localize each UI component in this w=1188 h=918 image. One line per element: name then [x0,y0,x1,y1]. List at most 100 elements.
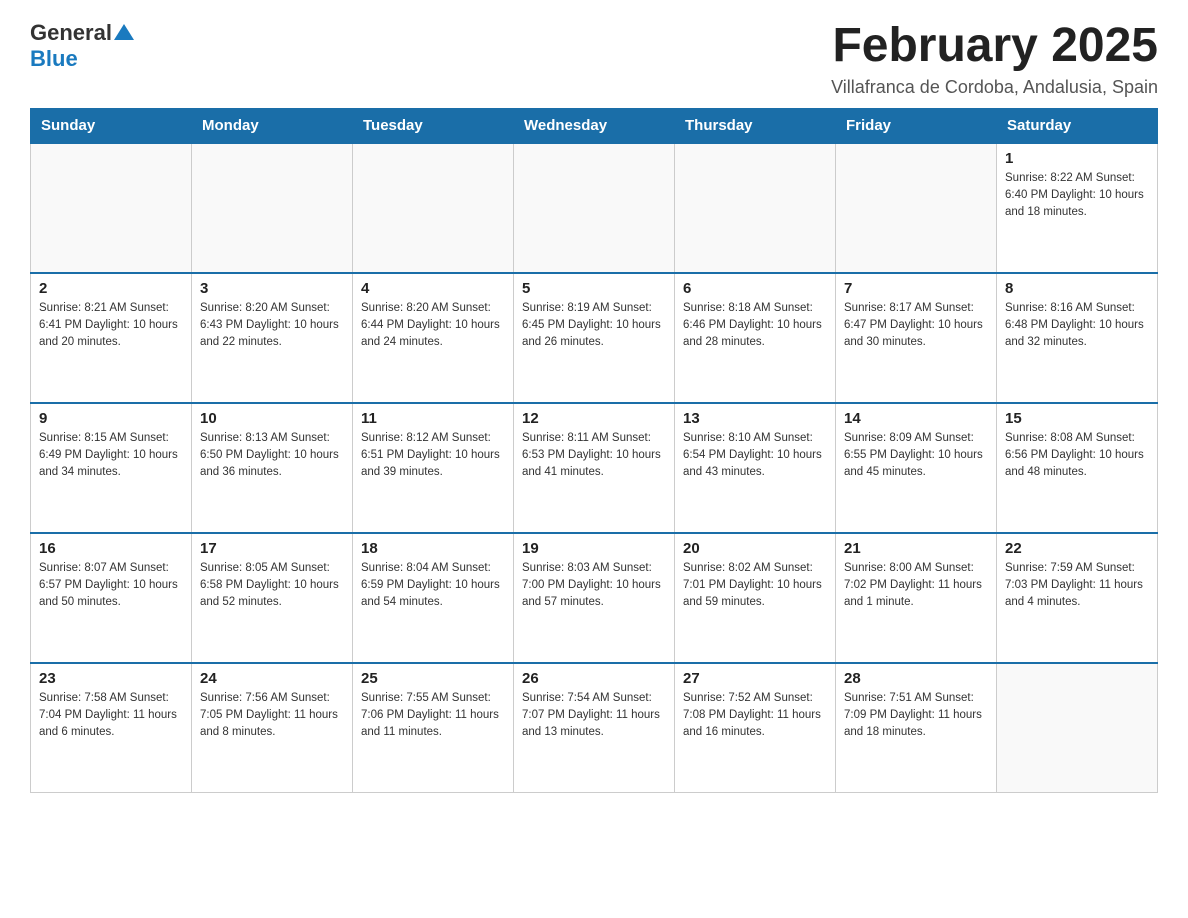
day-info: Sunrise: 8:13 AM Sunset: 6:50 PM Dayligh… [200,430,344,482]
calendar-table: Sunday Monday Tuesday Wednesday Thursday… [30,108,1158,794]
calendar-cell: 19 Sunrise: 8:03 AM Sunset: 7:00 PM Dayli… [514,533,675,663]
day-number: 15 [1005,410,1149,427]
header-saturday: Saturday [997,108,1158,143]
calendar-cell: 5 Sunrise: 8:19 AM Sunset: 6:45 PM Daylig… [514,273,675,403]
day-number: 26 [522,670,666,687]
day-number: 10 [200,410,344,427]
day-info: Sunrise: 7:54 AM Sunset: 7:07 PM Dayligh… [522,690,666,742]
day-info: Sunrise: 8:00 AM Sunset: 7:02 PM Dayligh… [844,560,988,612]
day-info: Sunrise: 8:16 AM Sunset: 6:48 PM Dayligh… [1005,300,1149,352]
week-row-3: 9 Sunrise: 8:15 AM Sunset: 6:49 PM Daylig… [31,403,1158,533]
day-info: Sunrise: 7:58 AM Sunset: 7:04 PM Dayligh… [39,690,183,742]
day-number: 12 [522,410,666,427]
day-number: 4 [361,280,505,297]
page-header: General Blue February 2025 Villafranca d… [30,20,1158,98]
day-number: 27 [683,670,827,687]
day-info: Sunrise: 8:20 AM Sunset: 6:43 PM Dayligh… [200,300,344,352]
calendar-cell: 10 Sunrise: 8:13 AM Sunset: 6:50 PM Dayli… [192,403,353,533]
calendar-cell: 21 Sunrise: 8:00 AM Sunset: 7:02 PM Dayli… [836,533,997,663]
day-info: Sunrise: 8:15 AM Sunset: 6:49 PM Dayligh… [39,430,183,482]
calendar-cell [675,143,836,273]
header-thursday: Thursday [675,108,836,143]
day-number: 18 [361,540,505,557]
day-number: 24 [200,670,344,687]
calendar-cell: 26 Sunrise: 7:54 AM Sunset: 7:07 PM Dayli… [514,663,675,793]
calendar-cell: 4 Sunrise: 8:20 AM Sunset: 6:44 PM Daylig… [353,273,514,403]
calendar-cell: 28 Sunrise: 7:51 AM Sunset: 7:09 PM Dayli… [836,663,997,793]
day-number: 20 [683,540,827,557]
day-number: 13 [683,410,827,427]
day-info: Sunrise: 8:08 AM Sunset: 6:56 PM Dayligh… [1005,430,1149,482]
logo-blue-text: Blue [30,46,78,71]
header-friday: Friday [836,108,997,143]
day-number: 17 [200,540,344,557]
day-number: 9 [39,410,183,427]
day-number: 8 [1005,280,1149,297]
day-number: 19 [522,540,666,557]
month-title: February 2025 [831,20,1158,73]
day-number: 3 [200,280,344,297]
calendar-cell: 16 Sunrise: 8:07 AM Sunset: 6:57 PM Dayli… [31,533,192,663]
calendar-cell: 20 Sunrise: 8:02 AM Sunset: 7:01 PM Dayli… [675,533,836,663]
day-info: Sunrise: 8:22 AM Sunset: 6:40 PM Dayligh… [1005,170,1149,222]
day-info: Sunrise: 7:59 AM Sunset: 7:03 PM Dayligh… [1005,560,1149,612]
day-number: 23 [39,670,183,687]
day-number: 16 [39,540,183,557]
day-info: Sunrise: 7:55 AM Sunset: 7:06 PM Dayligh… [361,690,505,742]
day-info: Sunrise: 8:17 AM Sunset: 6:47 PM Dayligh… [844,300,988,352]
day-info: Sunrise: 7:52 AM Sunset: 7:08 PM Dayligh… [683,690,827,742]
calendar-cell: 23 Sunrise: 7:58 AM Sunset: 7:04 PM Dayli… [31,663,192,793]
calendar-cell: 12Sunrise: 8:11 AM Sunset: 6:53 PM Dayli… [514,403,675,533]
day-info: Sunrise: 8:20 AM Sunset: 6:44 PM Dayligh… [361,300,505,352]
week-row-4: 16 Sunrise: 8:07 AM Sunset: 6:57 PM Dayli… [31,533,1158,663]
day-info: Sunrise: 7:56 AM Sunset: 7:05 PM Dayligh… [200,690,344,742]
day-info: Sunrise: 8:12 AM Sunset: 6:51 PM Dayligh… [361,430,505,482]
day-number: 14 [844,410,988,427]
logo-triangle-icon [114,22,134,42]
calendar-cell [353,143,514,273]
calendar-cell: 18Sunrise: 8:04 AM Sunset: 6:59 PM Dayli… [353,533,514,663]
calendar-cell: 3 Sunrise: 8:20 AM Sunset: 6:43 PM Daylig… [192,273,353,403]
day-info: Sunrise: 8:09 AM Sunset: 6:55 PM Dayligh… [844,430,988,482]
calendar-cell: 6Sunrise: 8:18 AM Sunset: 6:46 PM Daylig… [675,273,836,403]
day-number: 5 [522,280,666,297]
day-info: Sunrise: 8:07 AM Sunset: 6:57 PM Dayligh… [39,560,183,612]
day-number: 1 [1005,150,1149,167]
calendar-cell: 22 Sunrise: 7:59 AM Sunset: 7:03 PM Dayli… [997,533,1158,663]
calendar-cell: 9 Sunrise: 8:15 AM Sunset: 6:49 PM Daylig… [31,403,192,533]
day-info: Sunrise: 8:21 AM Sunset: 6:41 PM Dayligh… [39,300,183,352]
header-monday: Monday [192,108,353,143]
day-number: 21 [844,540,988,557]
calendar-cell: 27 Sunrise: 7:52 AM Sunset: 7:08 PM Dayli… [675,663,836,793]
logo: General Blue [30,20,134,72]
day-number: 28 [844,670,988,687]
calendar-cell [192,143,353,273]
day-number: 7 [844,280,988,297]
calendar-cell: 15 Sunrise: 8:08 AM Sunset: 6:56 PM Dayli… [997,403,1158,533]
calendar-cell [997,663,1158,793]
logo-general-text: General [30,20,112,46]
calendar-cell: 17 Sunrise: 8:05 AM Sunset: 6:58 PM Dayli… [192,533,353,663]
day-number: 2 [39,280,183,297]
header-sunday: Sunday [31,108,192,143]
calendar-cell [514,143,675,273]
calendar-cell: 2 Sunrise: 8:21 AM Sunset: 6:41 PM Daylig… [31,273,192,403]
calendar-cell [836,143,997,273]
day-info: Sunrise: 8:02 AM Sunset: 7:01 PM Dayligh… [683,560,827,612]
day-number: 22 [1005,540,1149,557]
day-number: 6 [683,280,827,297]
day-number: 11 [361,410,505,427]
day-info: Sunrise: 7:51 AM Sunset: 7:09 PM Dayligh… [844,690,988,742]
day-info: Sunrise: 8:03 AM Sunset: 7:00 PM Dayligh… [522,560,666,612]
day-info: Sunrise: 8:19 AM Sunset: 6:45 PM Dayligh… [522,300,666,352]
calendar-cell [31,143,192,273]
day-info: Sunrise: 8:05 AM Sunset: 6:58 PM Dayligh… [200,560,344,612]
weekday-header-row: Sunday Monday Tuesday Wednesday Thursday… [31,108,1158,143]
week-row-2: 2 Sunrise: 8:21 AM Sunset: 6:41 PM Daylig… [31,273,1158,403]
calendar-cell: 14 Sunrise: 8:09 AM Sunset: 6:55 PM Dayli… [836,403,997,533]
location-text: Villafranca de Cordoba, Andalusia, Spain [831,77,1158,98]
calendar-cell: 24 Sunrise: 7:56 AM Sunset: 7:05 PM Dayli… [192,663,353,793]
header-tuesday: Tuesday [353,108,514,143]
calendar-cell: 13Sunrise: 8:10 AM Sunset: 6:54 PM Dayli… [675,403,836,533]
week-row-1: 1 Sunrise: 8:22 AM Sunset: 6:40 PM Daylig… [31,143,1158,273]
